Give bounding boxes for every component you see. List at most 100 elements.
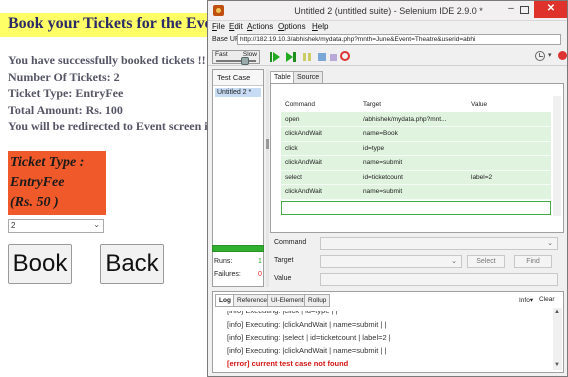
menu-actions[interactable]: Actions — [247, 22, 273, 31]
speed-slider[interactable]: Fast Slow — [212, 50, 260, 65]
tab-log[interactable]: Log — [215, 294, 235, 307]
table-row[interactable]: clickAndWait name=Book — [281, 126, 551, 142]
failures-count: 0 — [258, 271, 262, 278]
speed-knob[interactable] — [241, 57, 249, 65]
chevron-down-icon[interactable]: ▼ — [554, 362, 560, 368]
target-cell: /abhishek/mydata.php?mnt... — [359, 112, 467, 127]
table-row[interactable]: select id=ticketcount label=2 — [281, 170, 551, 185]
value-cell — [467, 112, 551, 127]
log-tabs: Log Reference UI-Element Rollup Info▾ Cl… — [215, 294, 561, 307]
table-row[interactable]: open/abhishek/mydata.php?mnt... — [281, 112, 551, 127]
table-row[interactable]: click id=type — [281, 141, 551, 156]
menu-edit[interactable]: Edit — [229, 22, 243, 31]
target-input[interactable]: ⌄ — [320, 255, 462, 268]
redirect-text: You will be redirected to Event screen i… — [8, 119, 215, 133]
play-suite-icon[interactable] — [270, 52, 280, 62]
total-amount-text: Total Amount: Rs. 100 — [8, 102, 123, 117]
column-header-target: Target — [359, 96, 467, 112]
runs-label: Runs: — [214, 258, 233, 265]
success-message: You have successfully booked tickets !! — [8, 53, 206, 67]
command-cell: click — [281, 141, 359, 156]
value-cell — [467, 141, 551, 156]
target-field-row: Target ⌄ Select Find — [274, 255, 564, 269]
back-button[interactable]: Back — [100, 244, 164, 284]
ticket-count-text: Number Of Tickets: 2 — [8, 69, 120, 84]
base-url-input[interactable]: http://182.19.10.3/abhishek/mydata.php?m… — [237, 34, 561, 45]
command-table: Command Target Value open/abhishek/mydat… — [281, 96, 551, 200]
menu-help[interactable]: Help — [312, 22, 328, 31]
test-case-header: Test Case — [213, 70, 263, 86]
chevron-down-icon: ⌄ — [93, 220, 100, 229]
speed-track — [216, 60, 256, 62]
tab-ui-element[interactable]: UI-Element — [267, 294, 308, 307]
value-cell — [467, 184, 551, 200]
info-label: Info — [519, 297, 530, 304]
confirmation-text: You have successfully booked tickets !! … — [8, 52, 214, 135]
pane-splitter[interactable] — [266, 69, 269, 287]
book-button[interactable]: Book — [8, 244, 72, 284]
table-row[interactable]: clickAndWait name=submit — [281, 184, 551, 200]
log-panel: Log Reference UI-Element Rollup Info▾ Cl… — [212, 291, 564, 373]
find-button[interactable]: Find — [514, 255, 552, 268]
menu-file[interactable]: File — [212, 22, 225, 31]
menu-options[interactable]: Options — [278, 22, 306, 31]
command-cell: clickAndWait — [281, 126, 359, 142]
column-header-command: Command — [281, 96, 359, 112]
maximize-button[interactable] — [520, 6, 529, 14]
test-case-item[interactable]: Untitled 2 * — [215, 88, 261, 97]
schedule-icon[interactable] — [535, 51, 545, 61]
table-scrollbar[interactable] — [553, 96, 561, 216]
tab-rollup[interactable]: Rollup — [304, 294, 331, 307]
log-error-line: [error] current test case not found — [227, 359, 349, 368]
record-stop-icon[interactable] — [340, 51, 350, 61]
command-cell: open — [281, 112, 359, 127]
title-bar[interactable]: Untitled 2 (untitled suite) - Selenium I… — [208, 1, 567, 21]
failures-label: Failures: — [214, 271, 241, 278]
target-cell: name=submit — [359, 184, 467, 200]
ticket-price: (Rs. 50 ) — [10, 195, 59, 210]
tab-reference[interactable]: Reference — [233, 294, 271, 307]
log-output: [info] Executing: |click | id=type | | [… — [227, 311, 547, 370]
ticket-quantity-select[interactable]: 2 ⌄ — [8, 219, 104, 233]
menu-bar: File Edit Actions Options Help — [208, 22, 567, 33]
run-progress-bar — [212, 245, 264, 252]
command-cell: select — [281, 170, 359, 185]
chevron-up-icon[interactable]: ▲ — [554, 309, 560, 315]
rollup-icon[interactable] — [329, 52, 339, 62]
select-button[interactable]: Select — [467, 255, 505, 268]
log-line: [info] Executing: |select | id=ticketcou… — [227, 333, 391, 342]
chevron-down-icon[interactable]: ⌄ — [451, 257, 457, 265]
play-test-case-icon[interactable] — [286, 52, 296, 62]
target-cell: name=submit — [359, 155, 467, 171]
new-command-row[interactable] — [281, 201, 551, 215]
ticket-type-label: Ticket Type : — [10, 155, 85, 170]
tab-source[interactable]: Source — [293, 71, 324, 83]
tab-table[interactable]: Table — [270, 71, 295, 83]
info-filter[interactable]: Info▾ — [519, 296, 533, 304]
value-cell — [467, 126, 551, 142]
page-heading: Book your Tickets for the Event — [0, 13, 215, 37]
command-table-area: Command Target Value open/abhishek/mydat… — [270, 83, 564, 233]
table-row[interactable]: clickAndWait name=submit — [281, 155, 551, 171]
record-icon[interactable] — [558, 51, 567, 60]
log-scrollbar[interactable]: ▲ ▼ — [553, 308, 562, 370]
target-cell: name=Book — [359, 126, 467, 142]
clear-button[interactable]: Clear — [539, 296, 555, 303]
ticket-type-text: Ticket Type: EntryFee — [8, 86, 124, 100]
column-header-value: Value — [467, 96, 551, 112]
chevron-down-icon[interactable]: ▾ — [548, 51, 552, 59]
close-button[interactable]: ✕ — [534, 1, 567, 18]
command-field-row: Command ⌄ — [274, 237, 564, 251]
runs-count: 1 — [258, 258, 262, 265]
speed-fast-label: Fast — [215, 51, 228, 58]
quantity-value: 2 — [11, 221, 16, 230]
pause-icon[interactable] — [302, 52, 312, 62]
ticket-type-box: Ticket Type : EntryFee (Rs. 50 ) — [8, 151, 106, 215]
value-input[interactable] — [320, 273, 558, 286]
target-label: Target — [274, 257, 294, 264]
command-input[interactable]: ⌄ — [320, 237, 558, 250]
step-icon[interactable] — [317, 52, 327, 62]
target-cell: id=ticketcount — [359, 170, 467, 185]
chevron-down-icon[interactable]: ⌄ — [547, 239, 553, 247]
minimize-button[interactable]: – — [504, 4, 518, 16]
